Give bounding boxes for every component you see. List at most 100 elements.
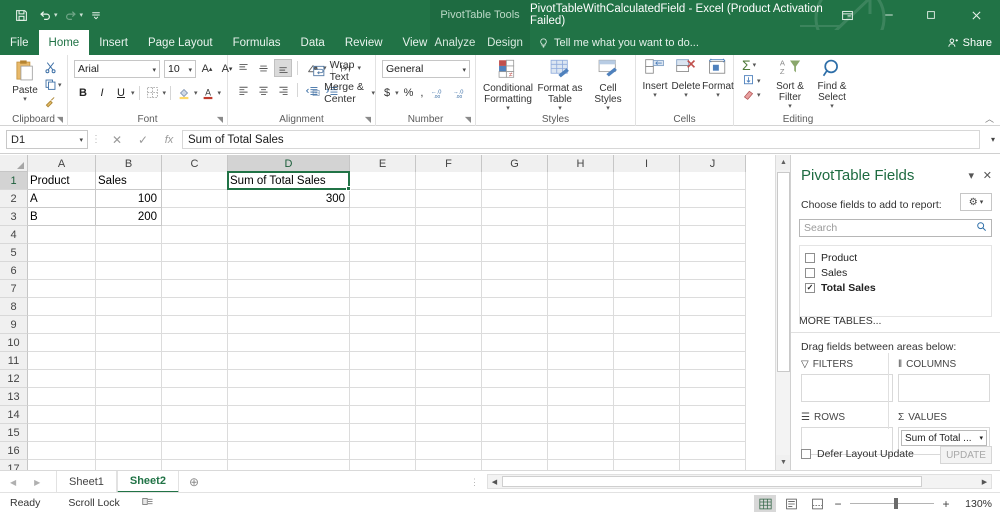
cell-C14[interactable] (162, 406, 228, 424)
cell-A7[interactable] (28, 280, 96, 298)
comma-format-button[interactable]: , (418, 83, 425, 102)
cell-B4[interactable] (96, 226, 162, 244)
collapse-ribbon-icon[interactable]: ︿ (985, 112, 994, 125)
cell-C9[interactable] (162, 316, 228, 334)
accounting-caret-icon[interactable]: ▾ (395, 89, 399, 97)
hscroll-left-icon[interactable]: ◀ (488, 475, 501, 488)
find-select-caret-icon[interactable]: ▾ (830, 103, 834, 111)
cell-E16[interactable] (350, 442, 416, 460)
paste-button[interactable]: Paste ▾ (6, 58, 44, 104)
cell-B1[interactable]: Sales (96, 172, 162, 190)
insert-function-icon[interactable]: fx (156, 130, 182, 150)
page-break-view-button[interactable] (806, 495, 828, 512)
cell-A1[interactable]: Product (28, 172, 96, 190)
cell-E17[interactable] (350, 460, 416, 470)
field-item-product[interactable]: Product (800, 250, 991, 265)
more-tables-link[interactable]: MORE TABLES... (799, 315, 881, 327)
cell-I3[interactable] (614, 208, 680, 226)
cell-D14[interactable] (228, 406, 350, 424)
cell-F11[interactable] (416, 352, 482, 370)
column-header-D[interactable]: D (228, 155, 350, 172)
add-sheet-icon[interactable]: ⊕ (189, 471, 199, 493)
cell-C12[interactable] (162, 370, 228, 388)
row-header-17[interactable]: 17 (0, 460, 28, 470)
cell-B16[interactable] (96, 442, 162, 460)
find-select-button[interactable]: Find & Select ▾ (812, 58, 852, 111)
number-format-combo[interactable]: General ▾ (382, 60, 470, 78)
clear-caret-icon[interactable]: ▾ (757, 91, 761, 99)
grow-font-button[interactable]: A▴ (199, 60, 215, 78)
cell-I9[interactable] (614, 316, 680, 334)
cell-B5[interactable] (96, 244, 162, 262)
cell-G15[interactable] (482, 424, 548, 442)
cell-C7[interactable] (162, 280, 228, 298)
cell-B6[interactable] (96, 262, 162, 280)
area-columns-dropzone[interactable] (898, 374, 990, 402)
cell-A4[interactable] (28, 226, 96, 244)
cell-I8[interactable] (614, 298, 680, 316)
tab-insert[interactable]: Insert (89, 30, 138, 55)
record-macro-icon[interactable] (142, 496, 154, 510)
cell-G11[interactable] (482, 352, 548, 370)
cell-B17[interactable] (96, 460, 162, 470)
tab-split-handle[interactable]: ⋮ (470, 471, 479, 493)
cell-C3[interactable] (162, 208, 228, 226)
cell-C6[interactable] (162, 262, 228, 280)
cell-F1[interactable] (416, 172, 482, 190)
cell-J12[interactable] (680, 370, 746, 388)
cell-E10[interactable] (350, 334, 416, 352)
align-right-button[interactable] (274, 81, 292, 99)
column-header-H[interactable]: H (548, 155, 614, 172)
cell-I2[interactable] (614, 190, 680, 208)
value-field-pill[interactable]: Sum of Total ... ▾ (901, 430, 987, 446)
cell-I10[interactable] (614, 334, 680, 352)
field-checkbox-total-sales[interactable]: ✓ (805, 283, 815, 293)
insert-cells-button[interactable]: Insert ▾ (640, 58, 670, 100)
defer-layout-update[interactable]: Defer Layout Update (801, 448, 914, 460)
cell-I14[interactable] (614, 406, 680, 424)
align-bottom-button[interactable] (274, 59, 292, 77)
cell-A8[interactable] (28, 298, 96, 316)
column-header-I[interactable]: I (614, 155, 680, 172)
cell-G2[interactable] (482, 190, 548, 208)
cell-F7[interactable] (416, 280, 482, 298)
tell-me-box[interactable]: Tell me what you want to do... (538, 30, 699, 55)
select-all-corner[interactable] (0, 155, 28, 172)
borders-caret-icon[interactable]: ▾ (163, 89, 167, 97)
cell-H2[interactable] (548, 190, 614, 208)
cell-E12[interactable] (350, 370, 416, 388)
row-header-3[interactable]: 3 (0, 208, 28, 226)
cell-G7[interactable] (482, 280, 548, 298)
cell-C4[interactable] (162, 226, 228, 244)
row-header-2[interactable]: 2 (0, 190, 28, 208)
cell-styles-caret-icon[interactable]: ▾ (606, 105, 610, 113)
cell-B7[interactable] (96, 280, 162, 298)
cell-J16[interactable] (680, 442, 746, 460)
spreadsheet-grid[interactable]: ABCDEFGHIJ 1234567891011121314151617 Pro… (0, 155, 790, 470)
cell-D16[interactable] (228, 442, 350, 460)
cell-D7[interactable] (228, 280, 350, 298)
cell-E5[interactable] (350, 244, 416, 262)
cell-A5[interactable] (28, 244, 96, 262)
cell-B13[interactable] (96, 388, 162, 406)
cell-E2[interactable] (350, 190, 416, 208)
cell-H5[interactable] (548, 244, 614, 262)
cell-A13[interactable] (28, 388, 96, 406)
formula-input[interactable]: Sum of Total Sales (182, 130, 980, 149)
cell-J17[interactable] (680, 460, 746, 470)
maximize-icon[interactable] (910, 0, 952, 30)
clipboard-dialog-launcher[interactable]: ◥ (57, 115, 63, 124)
cell-J5[interactable] (680, 244, 746, 262)
wrap-text-button[interactable]: Wrap Text (312, 59, 375, 83)
column-header-A[interactable]: A (28, 155, 96, 172)
cell-D15[interactable] (228, 424, 350, 442)
area-filters-dropzone[interactable] (801, 374, 893, 402)
sheet-nav-prev-icon[interactable]: ◀ (10, 478, 16, 487)
cell-I1[interactable] (614, 172, 680, 190)
cell-F13[interactable] (416, 388, 482, 406)
font-dialog-launcher[interactable]: ◥ (217, 115, 223, 124)
column-header-J[interactable]: J (680, 155, 746, 172)
autosum-caret-icon[interactable]: ▾ (753, 61, 757, 69)
sheet-tab-sheet2[interactable]: Sheet2 (117, 471, 179, 493)
cell-A17[interactable] (28, 460, 96, 470)
